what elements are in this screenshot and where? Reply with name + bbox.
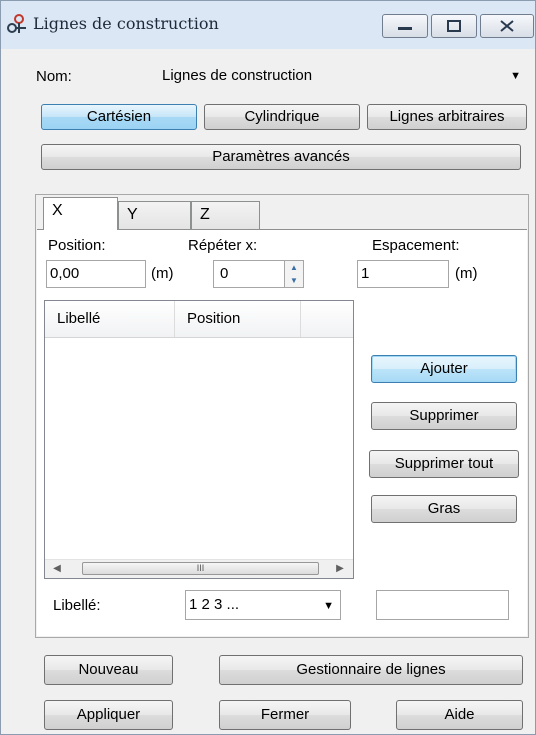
minimize-icon — [398, 27, 412, 30]
maximize-button[interactable] — [431, 14, 477, 38]
label-text-input[interactable] — [376, 590, 509, 620]
tab-z[interactable]: Z — [191, 201, 260, 229]
spacing-label: Espacement: — [372, 237, 460, 254]
repeat-spinner[interactable]: ▲ ▼ — [284, 260, 304, 288]
delete-button[interactable]: Supprimer — [371, 402, 517, 430]
column-header-label[interactable]: Libellé — [45, 301, 175, 337]
scroll-right-icon[interactable]: ▶ — [333, 562, 347, 576]
spacing-unit: (m) — [455, 265, 478, 282]
name-dropdown-value: Lignes de construction — [162, 67, 313, 84]
scrollbar-thumb[interactable]: III — [82, 562, 319, 575]
bold-button[interactable]: Gras — [371, 495, 517, 523]
advanced-settings-button[interactable]: Paramètres avancés — [41, 144, 521, 170]
position-unit: (m) — [151, 265, 174, 282]
label-format-label: Libellé: — [53, 597, 101, 614]
delete-all-button[interactable]: Supprimer tout — [369, 450, 519, 478]
window-title: Lignes de construction — [33, 14, 219, 33]
construction-lines-icon — [7, 14, 26, 33]
help-button[interactable]: Aide — [396, 700, 523, 730]
spacing-input[interactable]: 1 — [357, 260, 449, 288]
cylindrical-button[interactable]: Cylindrique — [204, 104, 360, 130]
column-header-position[interactable]: Position — [175, 301, 301, 337]
line-manager-button[interactable]: Gestionnaire de lignes — [219, 655, 523, 685]
scroll-left-icon[interactable]: ◀ — [50, 562, 64, 576]
name-dropdown[interactable]: Lignes de construction ▼ — [159, 63, 527, 91]
repeat-input[interactable]: 0 — [213, 260, 285, 288]
add-button[interactable]: Ajouter — [371, 355, 517, 383]
position-input[interactable]: 0,00 — [46, 260, 146, 288]
close-dialog-button[interactable]: Fermer — [219, 700, 351, 730]
maximize-icon — [447, 20, 461, 32]
new-button[interactable]: Nouveau — [44, 655, 173, 685]
close-button[interactable] — [480, 14, 534, 38]
position-label: Position: — [48, 237, 106, 254]
spin-down-icon[interactable]: ▼ — [285, 274, 303, 287]
tab-x[interactable]: X — [43, 197, 118, 230]
cartesian-button[interactable]: Cartésien — [41, 104, 197, 130]
name-label: Nom: — [36, 68, 72, 85]
close-icon — [500, 20, 514, 32]
tab-y[interactable]: Y — [118, 201, 191, 229]
label-format-value: 1 2 3 ... — [189, 596, 240, 613]
lines-list[interactable]: Libellé Position ◀ III ▶ — [44, 300, 354, 579]
label-format-dropdown[interactable]: 1 2 3 ... ▼ — [185, 590, 341, 620]
list-header: Libellé Position — [45, 301, 353, 338]
chevron-down-icon: ▼ — [510, 70, 521, 82]
apply-button[interactable]: Appliquer — [44, 700, 173, 730]
dialog-window: Lignes de construction Nom: Lignes de co… — [0, 0, 536, 735]
repeat-label: Répéter x: — [188, 237, 258, 254]
horizontal-scrollbar[interactable]: ◀ III ▶ — [45, 559, 353, 578]
arbitrary-lines-button[interactable]: Lignes arbitraires — [367, 104, 527, 130]
chevron-down-icon: ▼ — [323, 600, 334, 612]
title-bar[interactable]: Lignes de construction — [1, 1, 535, 49]
spin-up-icon[interactable]: ▲ — [285, 261, 303, 274]
minimize-button[interactable] — [382, 14, 428, 38]
